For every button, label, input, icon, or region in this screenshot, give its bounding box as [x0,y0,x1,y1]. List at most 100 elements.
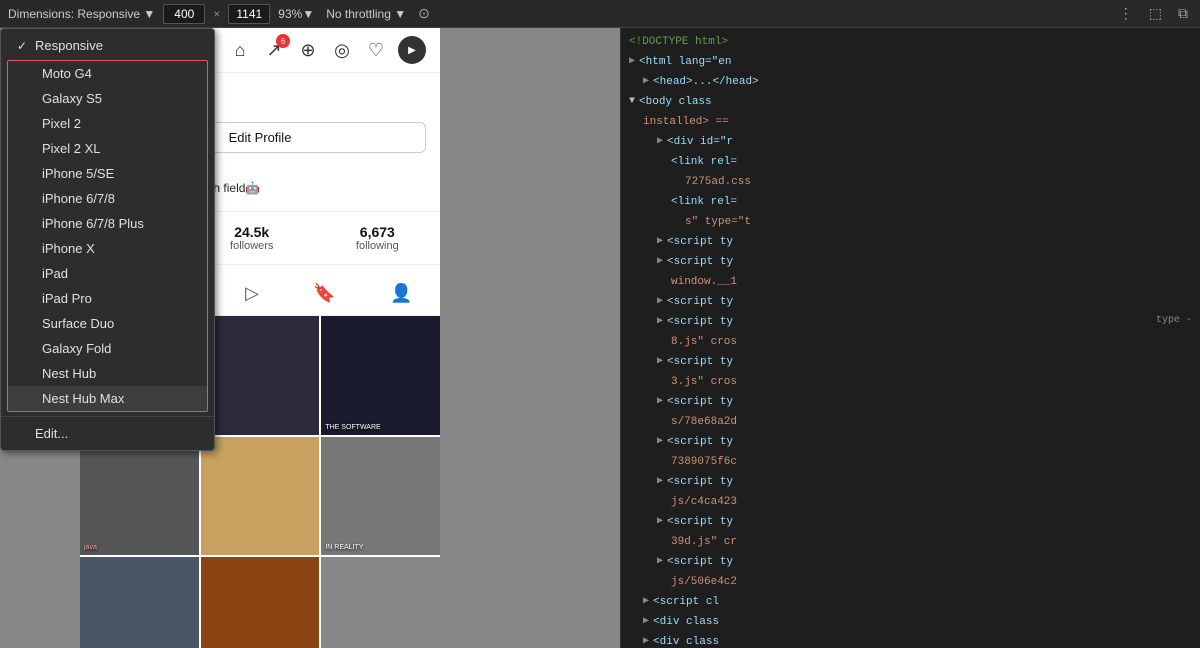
dropdown-item-galaxy-fold[interactable]: Galaxy Fold [8,336,207,361]
height-input[interactable] [228,4,270,24]
dropdown-item-iphone-x[interactable]: iPhone X [8,236,207,261]
ig-play-tab[interactable]: ▷ [237,279,267,309]
ig-followers-stat[interactable]: 24.5k followers [230,224,273,252]
grid-label-3: THE SOFTWARE [325,424,436,431]
link1-tag: <link rel= [671,153,737,171]
script1-tag: <script ty [667,233,733,251]
script7-arrow[interactable]: ▶ [657,433,663,451]
code-line-script9[interactable]: ▶ <script ty [649,512,1200,532]
dropdown-label-responsive: Responsive [35,38,103,53]
dropdown-label-galaxy-s5: Galaxy S5 [42,91,102,106]
script4-arrow[interactable]: ▶ [657,313,663,331]
ig-profile-icon[interactable]: ▶ [398,36,426,64]
code-line-div-r[interactable]: ▶ <div id="r [649,132,1200,152]
dropdown-item-iphone-678[interactable]: iPhone 6/7/8 [8,186,207,211]
code-line-html[interactable]: ▶ <html lang="en [621,52,1200,72]
dropdown-item-ipad-pro[interactable]: iPad Pro [8,286,207,311]
device-toolbar-icon[interactable]: ⧉ [1174,3,1192,24]
dropdown-item-pixel-2-xl[interactable]: Pixel 2 XL [8,136,207,161]
script6-arrow[interactable]: ▶ [657,393,663,411]
dropdown-item-pixel-2[interactable]: Pixel 2 [8,111,207,136]
code-line-body[interactable]: ▼ <body class [621,92,1200,112]
code-line-7389: 7389075f6c [663,452,1200,472]
code-line-script3[interactable]: ▶ <script ty [649,292,1200,312]
dropdown-label-pixel-2: Pixel 2 [42,116,81,131]
div-class1-arrow[interactable]: ▶ [643,613,649,631]
script-cl-arrow[interactable]: ▶ [643,593,649,611]
more-options-icon[interactable]: ⋮ [1115,3,1137,24]
grid-item-2 [201,316,320,435]
script3-arrow[interactable]: ▶ [657,293,663,311]
ig-explore-icon[interactable]: ◎ [330,38,354,62]
ig-home-icon[interactable]: ⌂ [228,38,252,62]
dropdown-item-surface-duo[interactable]: Surface Duo [8,311,207,336]
dropdown-edit-button[interactable]: Edit... [1,421,214,446]
body-tag: <body class [639,93,712,111]
code-line-script1[interactable]: ▶ <script ty [649,232,1200,252]
div-class2-arrow[interactable]: ▶ [643,633,649,648]
div-r-arrow[interactable]: ▶ [657,133,663,151]
html-arrow[interactable]: ▶ [629,53,635,71]
zoom-selector[interactable]: 93%▼ [278,7,314,21]
dropdown-item-iphone-5se[interactable]: iPhone 5/SE [8,161,207,186]
devtools-toolbar: Dimensions: Responsive ▼ × 93%▼ No throt… [0,0,1200,28]
code-line-script8[interactable]: ▶ <script ty [649,472,1200,492]
script2-arrow[interactable]: ▶ [657,253,663,271]
39d-text: 39d.js" cr [671,533,737,551]
code-line-script6[interactable]: ▶ <script ty [649,392,1200,412]
dropdown-item-nest-hub[interactable]: Nest Hub [8,361,207,386]
c4ca-text: js/c4ca423 [671,493,737,511]
dropdown-item-moto-g4[interactable]: Moto G4 [8,61,207,86]
dropdown-label-nest-hub: Nest Hub [42,366,96,381]
code-line-script10[interactable]: ▶ <script ty [649,552,1200,572]
dropdown-item-nest-hub-max[interactable]: Nest Hub Max [8,386,207,411]
code-line-link1[interactable]: <link rel= [663,152,1200,172]
grid-item-5 [201,437,320,556]
head-arrow[interactable]: ▶ [643,73,649,91]
inspect-icon[interactable]: ⬚ [1145,3,1166,24]
3js-text: 3.js" cros [671,373,737,391]
code-line-div-class2[interactable]: ▶ <div class [635,632,1200,648]
link2-tag: <link rel= [671,193,737,211]
code-line-link2[interactable]: <link rel= [663,192,1200,212]
code-line-head[interactable]: ▶ <head>...</head> [635,72,1200,92]
code-line-script5[interactable]: ▶ <script ty [649,352,1200,372]
script5-arrow[interactable]: ▶ [657,353,663,371]
code-line-div-class1[interactable]: ▶ <div class [635,612,1200,632]
main-area: m. ⌂ ↗ 6 ⊕ ◎ ♡ ▶ techviral ○ [0,28,1200,648]
code-line-script-cl[interactable]: ▶ <script cl [635,592,1200,612]
78e-text: s/78e68a2d [671,413,737,431]
code-line-script2[interactable]: ▶ <script ty [649,252,1200,272]
code-line-39d: 39d.js" cr [663,532,1200,552]
ig-tagged-tab[interactable]: 👤 [382,279,420,309]
width-input[interactable] [163,4,205,24]
dimensions-label[interactable]: Dimensions: Responsive ▼ [8,7,155,21]
device-dropdown: ✓ Responsive Moto G4 Galaxy S5 Pixel 2 [0,28,215,451]
ig-heart-icon[interactable]: ♡ [364,38,388,62]
grid-item-4: java [80,437,199,556]
ig-following-stat[interactable]: 6,673 following [356,224,399,252]
script9-arrow[interactable]: ▶ [657,513,663,531]
dropdown-item-responsive[interactable]: ✓ Responsive [1,33,214,58]
code-line-script4[interactable]: ▶ <script ty type - [649,312,1200,332]
ig-add-icon[interactable]: ⊕ [296,38,320,62]
rotate-icon[interactable]: ⊙ [414,3,434,24]
type-text: s" type="t [685,213,751,231]
script7-tag: <script ty [667,433,733,451]
script10-tag: <script ty [667,553,733,571]
ig-saved-tab[interactable]: 🔖 [305,279,343,309]
dropdown-item-galaxy-s5[interactable]: Galaxy S5 [8,86,207,111]
script10-arrow[interactable]: ▶ [657,553,663,571]
script8-arrow[interactable]: ▶ [657,473,663,491]
script5-tag: <script ty [667,353,733,371]
script1-arrow[interactable]: ▶ [657,233,663,251]
ig-activity-icon[interactable]: ↗ 6 [262,38,286,62]
dropdown-item-iphone-678-plus[interactable]: iPhone 6/7/8 Plus [8,211,207,236]
ig-followers-label: followers [230,240,273,252]
throttle-selector[interactable]: No throttling ▼ [326,7,406,21]
code-view: <!DOCTYPE html> ▶ <html lang="en ▶ <head… [621,28,1200,648]
code-line-script7[interactable]: ▶ <script ty [649,432,1200,452]
body-arrow[interactable]: ▼ [629,93,635,111]
dropdown-item-ipad[interactable]: iPad [8,261,207,286]
dropdown-label-galaxy-fold: Galaxy Fold [42,341,111,356]
